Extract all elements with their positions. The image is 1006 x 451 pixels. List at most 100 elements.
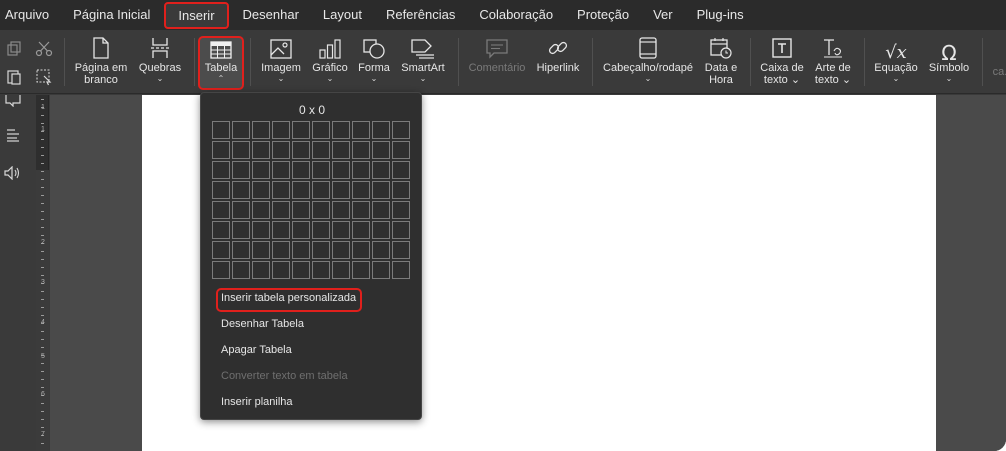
table-grid-cell[interactable]	[332, 241, 350, 259]
table-grid-cell[interactable]	[212, 261, 230, 279]
table-grid-cell[interactable]	[212, 161, 230, 179]
table-grid-cell[interactable]	[332, 201, 350, 219]
table-grid-cell[interactable]	[292, 161, 310, 179]
convert-text-to-table-item[interactable]: Converter texto em tabela	[221, 370, 348, 382]
table-grid-cell[interactable]	[252, 121, 270, 139]
cutoff-button[interactable]: ca...	[988, 34, 1006, 96]
table-grid-cell[interactable]	[232, 241, 250, 259]
comment-button[interactable]: Comentário	[464, 34, 530, 96]
menu-inserir[interactable]: Inserir	[164, 1, 229, 29]
table-grid-cell[interactable]	[312, 261, 330, 279]
table-grid-cell[interactable]	[272, 181, 290, 199]
table-grid-cell[interactable]	[392, 121, 410, 139]
select-all-icon[interactable]	[35, 68, 53, 86]
table-grid-cell[interactable]	[392, 181, 410, 199]
table-grid-cell[interactable]	[352, 221, 370, 239]
table-grid-cell[interactable]	[212, 241, 230, 259]
table-grid-cell[interactable]	[312, 201, 330, 219]
table-grid-cell[interactable]	[332, 181, 350, 199]
table-grid-cell[interactable]	[212, 121, 230, 139]
align-icon[interactable]	[6, 128, 20, 142]
erase-table-item[interactable]: Apagar Tabela	[221, 344, 292, 356]
table-grid-cell[interactable]	[212, 181, 230, 199]
table-grid-cell[interactable]	[272, 121, 290, 139]
table-grid-cell[interactable]	[332, 141, 350, 159]
menu-layout[interactable]: Layout	[311, 0, 374, 30]
table-grid-cell[interactable]	[352, 141, 370, 159]
table-grid-cell[interactable]	[392, 241, 410, 259]
table-grid-cell[interactable]	[392, 261, 410, 279]
table-grid-cell[interactable]	[392, 141, 410, 159]
copy-icon[interactable]	[5, 40, 23, 58]
table-grid-cell[interactable]	[312, 181, 330, 199]
table-grid-cell[interactable]	[272, 141, 290, 159]
chart-button[interactable]: Gráfico ⌄	[308, 34, 352, 96]
insert-spreadsheet-item[interactable]: Inserir planilha	[221, 396, 293, 408]
table-grid-cell[interactable]	[312, 241, 330, 259]
table-grid-cell[interactable]	[352, 201, 370, 219]
table-grid-cell[interactable]	[272, 221, 290, 239]
image-button[interactable]: Imagem ⌄	[256, 34, 306, 96]
textart-button[interactable]: Arte de texto ⌄	[810, 34, 856, 96]
table-grid-cell[interactable]	[372, 261, 390, 279]
symbol-button[interactable]: Ω Símbolo ⌄	[924, 34, 974, 96]
header-footer-button[interactable]: Cabeçalho/rodapé ⌄	[600, 34, 696, 96]
table-grid-cell[interactable]	[352, 161, 370, 179]
table-grid-cell[interactable]	[372, 221, 390, 239]
table-grid-cell[interactable]	[292, 141, 310, 159]
table-grid-cell[interactable]	[392, 221, 410, 239]
table-grid-cell[interactable]	[292, 121, 310, 139]
menu-desenhar[interactable]: Desenhar	[231, 0, 311, 30]
table-grid-cell[interactable]	[292, 261, 310, 279]
table-grid-cell[interactable]	[212, 201, 230, 219]
table-grid-cell[interactable]	[312, 221, 330, 239]
date-time-button[interactable]: Data e Hora	[700, 34, 742, 96]
insert-custom-table-item[interactable]: Inserir tabela personalizada	[221, 292, 356, 304]
comment-panel-icon[interactable]	[5, 95, 21, 107]
table-grid-cell[interactable]	[332, 161, 350, 179]
equation-button[interactable]: √𝑥 Equação ⌄	[870, 34, 922, 96]
table-grid-cell[interactable]	[372, 121, 390, 139]
table-grid-cell[interactable]	[292, 241, 310, 259]
table-grid-cell[interactable]	[312, 121, 330, 139]
cut-icon[interactable]	[35, 40, 53, 58]
table-size-grid[interactable]	[212, 121, 410, 279]
table-grid-cell[interactable]	[232, 161, 250, 179]
textbox-button[interactable]: Caixa de texto ⌄	[756, 34, 808, 96]
table-grid-cell[interactable]	[372, 201, 390, 219]
table-grid-cell[interactable]	[372, 181, 390, 199]
table-grid-cell[interactable]	[372, 241, 390, 259]
table-grid-cell[interactable]	[272, 261, 290, 279]
draw-table-item[interactable]: Desenhar Tabela	[221, 318, 304, 330]
speaker-icon[interactable]	[4, 166, 20, 180]
paste-icon[interactable]	[5, 68, 23, 86]
blank-page-button[interactable]: Página em branco	[70, 34, 132, 96]
table-grid-cell[interactable]	[392, 161, 410, 179]
table-grid-cell[interactable]	[252, 141, 270, 159]
menu-arquivo[interactable]: Arquivo	[0, 0, 61, 30]
table-grid-cell[interactable]	[332, 221, 350, 239]
table-grid-cell[interactable]	[232, 221, 250, 239]
table-grid-cell[interactable]	[332, 121, 350, 139]
table-grid-cell[interactable]	[232, 261, 250, 279]
table-grid-cell[interactable]	[352, 181, 370, 199]
smartart-button[interactable]: SmartArt ⌄	[398, 34, 448, 96]
table-grid-cell[interactable]	[392, 201, 410, 219]
table-grid-cell[interactable]	[212, 141, 230, 159]
menu-pagina-inicial[interactable]: Página Inicial	[61, 0, 162, 30]
table-grid-cell[interactable]	[232, 141, 250, 159]
menu-referencias[interactable]: Referências	[374, 0, 467, 30]
table-grid-cell[interactable]	[212, 221, 230, 239]
table-grid-cell[interactable]	[252, 181, 270, 199]
table-grid-cell[interactable]	[252, 261, 270, 279]
table-grid-cell[interactable]	[272, 161, 290, 179]
table-grid-cell[interactable]	[272, 241, 290, 259]
table-grid-cell[interactable]	[352, 121, 370, 139]
table-grid-cell[interactable]	[312, 141, 330, 159]
table-grid-cell[interactable]	[292, 201, 310, 219]
shape-button[interactable]: Forma ⌄	[354, 34, 394, 96]
menu-ver[interactable]: Ver	[641, 0, 685, 30]
table-grid-cell[interactable]	[292, 181, 310, 199]
table-grid-cell[interactable]	[332, 261, 350, 279]
table-button[interactable]: Tabela ⌃	[198, 34, 244, 96]
